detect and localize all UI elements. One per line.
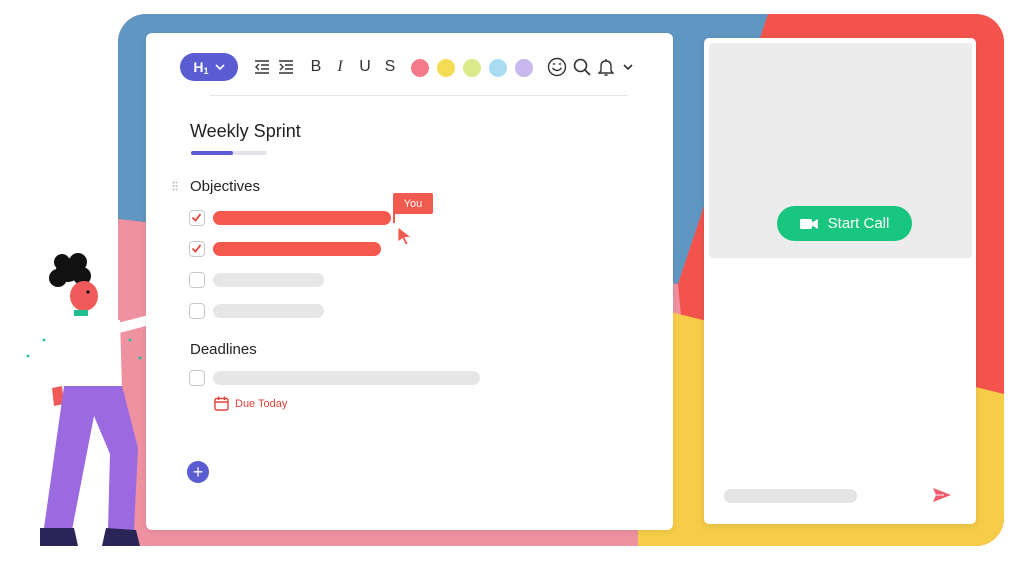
checkmark-icon xyxy=(191,244,202,253)
title-progress-fill xyxy=(191,151,233,155)
section-heading-objectives: Objectives xyxy=(190,178,261,195)
call-panel: Start Call xyxy=(704,38,976,524)
message-input[interactable] xyxy=(724,489,857,503)
outdent-button[interactable] xyxy=(252,55,272,79)
checkmark-icon xyxy=(191,213,202,222)
collaborator-caret xyxy=(393,209,395,223)
editor-card: H1 B I U S Weekly Sprint Objectives You … xyxy=(146,33,673,530)
task-text-placeholder xyxy=(213,242,381,256)
task-checkbox[interactable] xyxy=(189,210,205,226)
title-progress-bar xyxy=(191,151,267,155)
cursor-pointer-icon xyxy=(397,226,413,246)
task-text-placeholder xyxy=(213,273,324,287)
drag-handle-icon[interactable] xyxy=(172,181,178,191)
video-camera-icon xyxy=(799,218,818,229)
italic-button[interactable]: I xyxy=(332,55,348,79)
task-checkbox[interactable] xyxy=(189,241,205,257)
task-text-placeholder xyxy=(213,211,391,225)
underline-button[interactable]: U xyxy=(356,55,374,79)
heading-select[interactable]: H1 xyxy=(180,53,238,81)
indent-icon xyxy=(279,60,293,74)
color-swatch-lavender[interactable] xyxy=(515,59,533,77)
notifications-button[interactable] xyxy=(596,55,616,79)
video-area: Start Call xyxy=(709,43,972,258)
strikethrough-button[interactable]: S xyxy=(381,55,399,79)
smiley-icon xyxy=(547,57,567,77)
more-options-button[interactable] xyxy=(620,55,636,79)
start-call-button[interactable]: Start Call xyxy=(777,206,912,241)
emoji-button[interactable] xyxy=(546,55,568,79)
color-swatch-blue[interactable] xyxy=(489,59,507,77)
collaborator-label: You xyxy=(393,193,433,214)
due-date-badge[interactable]: Due Today xyxy=(214,396,287,411)
bell-icon xyxy=(598,59,614,76)
calendar-icon xyxy=(214,396,229,411)
heading-select-value: H1 xyxy=(193,58,209,76)
color-swatch-pink[interactable] xyxy=(411,59,429,77)
toolbar-divider xyxy=(210,95,628,96)
task-checkbox[interactable] xyxy=(189,303,205,319)
chevron-down-icon xyxy=(623,64,633,70)
color-swatch-lime[interactable] xyxy=(463,59,481,77)
start-call-label: Start Call xyxy=(827,215,890,232)
send-icon[interactable] xyxy=(932,485,952,505)
task-checkbox[interactable] xyxy=(189,370,205,386)
add-block-button[interactable]: + xyxy=(187,461,209,483)
due-date-label: Due Today xyxy=(235,397,288,410)
search-icon xyxy=(573,58,591,76)
section-heading-deadlines: Deadlines xyxy=(190,341,257,358)
bold-button[interactable]: B xyxy=(306,55,326,79)
task-checkbox[interactable] xyxy=(189,272,205,288)
task-text-placeholder xyxy=(213,304,324,318)
search-button[interactable] xyxy=(571,55,593,79)
outdent-icon xyxy=(255,60,269,74)
document-title[interactable]: Weekly Sprint xyxy=(190,121,301,142)
task-text-placeholder xyxy=(213,371,480,385)
indent-button[interactable] xyxy=(276,55,296,79)
toolbar: H1 xyxy=(180,53,238,81)
color-swatch-yellow[interactable] xyxy=(437,59,455,77)
chevron-down-icon xyxy=(214,64,225,70)
